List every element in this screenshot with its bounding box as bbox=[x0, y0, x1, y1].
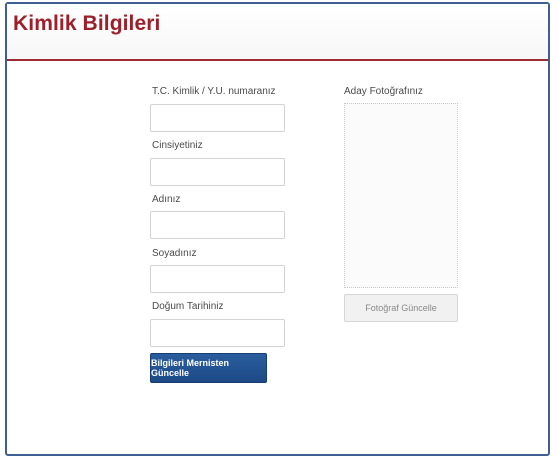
surname-label: Soyadınız bbox=[152, 248, 197, 259]
birth-date-field[interactable] bbox=[150, 319, 285, 347]
name-label: Adınız bbox=[152, 194, 181, 205]
tc-label: T.C. Kimlik / Y.U. numaranız bbox=[152, 86, 276, 97]
surname-field[interactable] bbox=[150, 265, 285, 293]
page-header: Kimlik Bilgileri bbox=[7, 4, 548, 61]
tc-field[interactable] bbox=[150, 104, 285, 132]
name-field[interactable] bbox=[150, 211, 285, 239]
page-frame: Kimlik Bilgileri T.C. Kimlik / Y.U. numa… bbox=[5, 2, 550, 456]
update-photo-button[interactable]: Fotoğraf Güncelle bbox=[344, 294, 458, 322]
gender-label: Cinsiyetiniz bbox=[152, 140, 203, 151]
candidate-photo bbox=[344, 103, 458, 288]
photo-label: Aday Fotoğrafınız bbox=[344, 86, 423, 97]
update-from-mernis-button[interactable]: Bilgileri Mernisten Güncelle bbox=[150, 353, 267, 383]
gender-field[interactable] bbox=[150, 158, 285, 186]
page-title: Kimlik Bilgileri bbox=[13, 12, 161, 35]
birth-date-label: Doğum Tarihiniz bbox=[152, 301, 224, 312]
